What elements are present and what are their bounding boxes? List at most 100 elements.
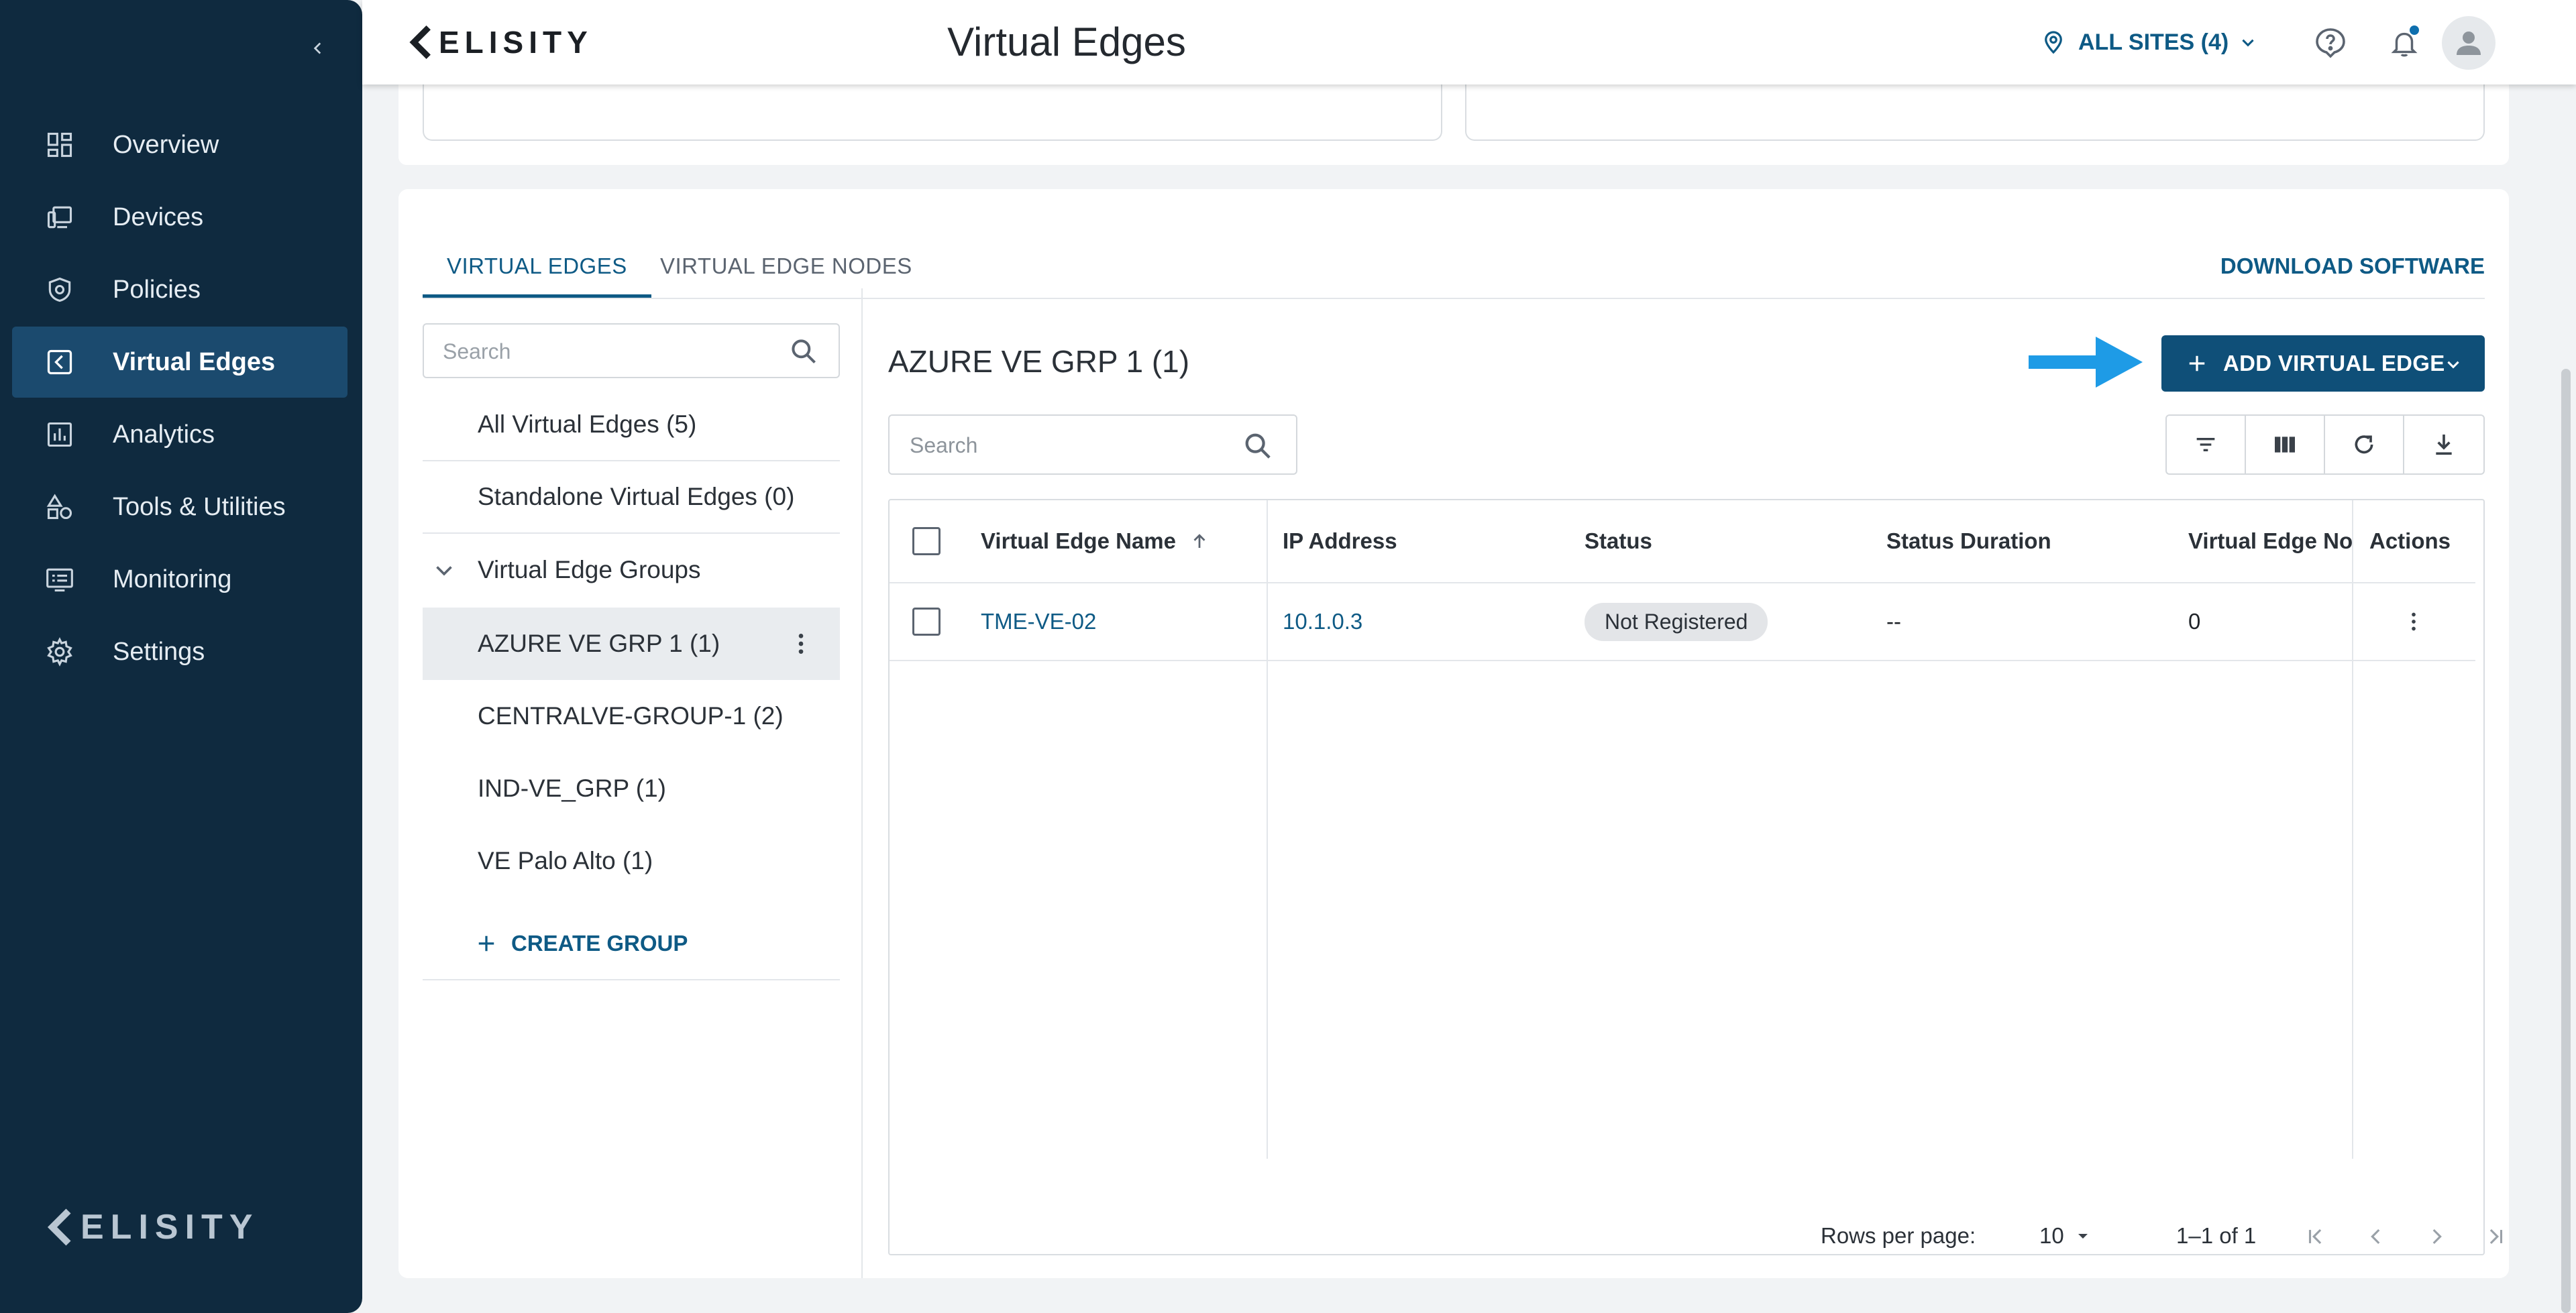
status-duration-cell: --	[1886, 609, 1901, 634]
search-icon[interactable]	[1242, 431, 1273, 461]
group-item-centralve-group-1[interactable]: CENTRALVE-GROUP-1 (2)	[423, 680, 840, 752]
annotation-arrow-icon	[2029, 337, 2143, 388]
page-scrollbar[interactable]	[2561, 369, 2571, 1313]
virtual-edges-panel: VIRTUAL EDGES VIRTUAL EDGE NODES DOWNLOA…	[398, 189, 2509, 1278]
table-search-input[interactable]	[910, 431, 1232, 460]
chevron-down-icon[interactable]	[432, 558, 456, 582]
ip-address-link[interactable]: 10.1.0.3	[1283, 583, 1362, 660]
tab-bar: VIRTUAL EDGES VIRTUAL EDGE NODES DOWNLOA…	[423, 235, 2485, 299]
row-actions-button[interactable]	[2402, 583, 2426, 660]
sidebar-item-label: Virtual Edges	[113, 347, 276, 376]
group-item-ind-ve-grp[interactable]: IND-VE_GRP (1)	[423, 752, 840, 825]
add-virtual-edge-button[interactable]: ADD VIRTUAL EDGE	[2161, 335, 2485, 392]
sidebar-item-tools[interactable]: Tools & Utilities	[12, 471, 347, 543]
caret-down-icon	[2078, 1234, 2088, 1239]
column-header-status[interactable]: Status	[1585, 500, 1652, 582]
sidebar-item-devices[interactable]: Devices	[12, 182, 347, 253]
sidebar-item-virtual-edges[interactable]: Virtual Edges	[12, 327, 347, 398]
column-header-label: Actions	[2369, 528, 2451, 553]
group-item-azure-ve-grp-1[interactable]: AZURE VE GRP 1 (1)	[423, 608, 840, 680]
group-item-label: All Virtual Edges (5)	[478, 410, 697, 438]
sidebar-item-label: Settings	[113, 637, 205, 666]
next-page-button[interactable]	[2422, 1222, 2451, 1251]
summary-card	[423, 80, 1442, 141]
sidebar-item-overview[interactable]: Overview	[12, 109, 347, 180]
collapse-sidebar-button[interactable]	[303, 34, 333, 63]
column-header-label: Virtual Edge Nod	[2188, 528, 2352, 553]
more-vertical-icon	[2412, 612, 2416, 631]
group-item-ve-palo-alto[interactable]: VE Palo Alto (1)	[423, 825, 840, 897]
search-icon[interactable]	[789, 337, 818, 366]
chevron-down-icon	[2447, 361, 2459, 369]
group-search-input[interactable]	[443, 337, 765, 366]
help-icon	[2316, 28, 2345, 58]
sidebar-brand-text: ELISITY	[80, 1208, 260, 1247]
site-selector[interactable]: ALL SITES (4)	[2043, 25, 2257, 59]
group-search-field[interactable]	[423, 323, 840, 378]
location-pin-icon	[2045, 31, 2062, 54]
groups-header[interactable]: Virtual Edge Groups	[423, 534, 840, 606]
column-header-name[interactable]: Virtual Edge Name	[981, 500, 1210, 582]
add-virtual-edge-label: ADD VIRTUAL EDGE	[2223, 351, 2445, 376]
table-row: TME-VE-02 10.1.0.3 Not Registered -- 0	[890, 583, 2475, 661]
previous-page-button[interactable]	[2361, 1222, 2391, 1251]
node-count-cell: 0	[2188, 609, 2201, 634]
sidebar-item-monitoring[interactable]: Monitoring	[12, 544, 347, 615]
sidebar: Overview Devices Policies Virtual Edges …	[0, 0, 362, 1313]
first-page-icon	[2308, 1229, 2322, 1245]
notification-dot	[2410, 25, 2419, 35]
last-page-icon	[2489, 1229, 2503, 1245]
virtual-edge-icon	[42, 344, 78, 380]
create-group-label: CREATE GROUP	[511, 931, 688, 956]
table-toolbar	[2165, 414, 2485, 475]
chevron-left-icon	[313, 42, 321, 54]
first-page-button[interactable]	[2301, 1222, 2330, 1251]
chevron-down-icon	[2242, 39, 2254, 47]
devices-icon	[42, 199, 78, 235]
sidebar-item-settings[interactable]: Settings	[12, 616, 347, 687]
export-button[interactable]	[2404, 416, 2483, 473]
tab-virtual-edge-nodes[interactable]: VIRTUAL EDGE NODES	[660, 235, 912, 298]
tab-virtual-edges[interactable]: VIRTUAL EDGES	[423, 235, 651, 298]
help-button[interactable]	[2313, 25, 2348, 60]
elisity-logo-icon	[47, 1208, 71, 1246]
monitor-icon	[42, 561, 78, 597]
download-software-link[interactable]: DOWNLOAD SOFTWARE	[2220, 235, 2485, 298]
sidebar-item-label: Policies	[113, 275, 201, 304]
create-group-button[interactable]: CREATE GROUP	[423, 908, 840, 980]
plus-icon	[478, 935, 494, 952]
filter-button[interactable]	[2167, 416, 2246, 473]
user-avatar-icon	[2457, 32, 2481, 55]
rows-per-page-select[interactable]: 10	[2039, 1223, 2091, 1249]
row-checkbox[interactable]	[912, 608, 941, 636]
sidebar-item-analytics[interactable]: Analytics	[12, 399, 347, 470]
rows-per-page-label: Rows per page:	[1821, 1223, 1976, 1248]
column-header-nodes[interactable]: Virtual Edge Nod	[2188, 500, 2352, 582]
select-all-checkbox[interactable]	[912, 527, 941, 555]
top-header: ELISITY Virtual Edges ALL SITES (4)	[362, 0, 2576, 84]
plus-icon	[2189, 355, 2205, 372]
virtual-edge-name-link[interactable]: TME-VE-02	[981, 583, 1096, 660]
sort-ascending-icon[interactable]	[1189, 531, 1210, 551]
user-avatar[interactable]	[2442, 16, 2496, 70]
filter-icon	[2196, 438, 2215, 451]
download-icon	[2436, 435, 2452, 455]
notifications-button[interactable]	[2387, 25, 2422, 60]
sidebar-item-label: Devices	[113, 203, 204, 231]
sidebar-item-label: Analytics	[113, 420, 215, 449]
group-item-label: IND-VE_GRP (1)	[478, 775, 666, 802]
refresh-button[interactable]	[2325, 416, 2404, 473]
column-header-ip[interactable]: IP Address	[1283, 500, 1397, 582]
group-item-label: AZURE VE GRP 1 (1)	[478, 630, 720, 657]
column-header-status-duration[interactable]: Status Duration	[1886, 500, 2051, 582]
last-page-button[interactable]	[2481, 1222, 2510, 1251]
rows-per-page-value: 10	[2039, 1223, 2064, 1248]
column-header-label: Status Duration	[1886, 528, 2051, 553]
more-vertical-icon[interactable]	[788, 630, 814, 657]
group-item-all[interactable]: All Virtual Edges (5)	[423, 389, 840, 461]
panel-divider	[861, 288, 863, 1278]
columns-button[interactable]	[2246, 416, 2325, 473]
group-item-standalone[interactable]: Standalone Virtual Edges (0)	[423, 461, 840, 534]
table-search-field[interactable]	[888, 414, 1297, 475]
sidebar-item-policies[interactable]: Policies	[12, 254, 347, 325]
